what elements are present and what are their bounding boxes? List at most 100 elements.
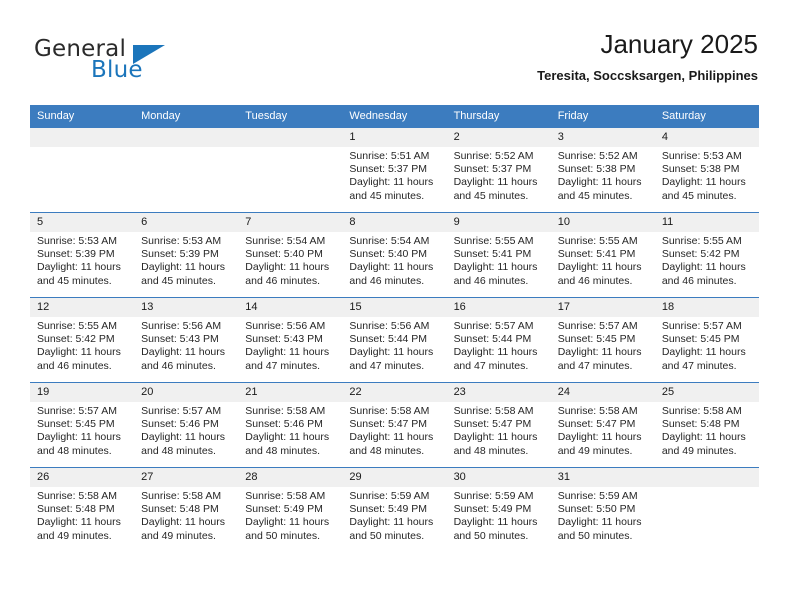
day-number: 20 [134,383,239,402]
day-cell-inner: 22 Sunrise: 5:58 AM Sunset: 5:47 PM Dayligh… [342,383,447,467]
sunset-time: Sunset: 5:47 PM [453,418,532,431]
day-cell-inner: 1 Sunrise: 5:51 AM Sunset: 5:37 PM Daylight… [342,128,447,212]
calendar-cell-empty [134,127,239,213]
day-number: 19 [30,383,135,402]
calendar-cell-empty [654,467,759,552]
sunset-time: Sunset: 5:45 PM [661,333,740,346]
day-cell-inner: 7 Sunrise: 5:54 AM Sunset: 5:40 PM Daylight… [238,213,343,297]
calendar-day-cell[interactable]: 31 Sunrise: 5:59 AM Sunset: 5:50 PM Dayligh… [550,467,655,552]
daylight-duration-line1: Daylight: 11 hours [245,431,330,444]
daylight-duration-line1: Daylight: 11 hours [557,516,642,529]
day-cell-inner: 19 Sunrise: 5:57 AM Sunset: 5:45 PM Dayligh… [30,383,135,467]
calendar-day-cell[interactable]: 16 Sunrise: 5:57 AM Sunset: 5:44 PM Dayligh… [446,297,551,383]
sunset-time: Sunset: 5:46 PM [141,418,219,431]
sunset-time: Sunset: 5:42 PM [37,333,115,346]
daylight-duration-line2: and 47 minutes. [661,359,737,372]
calendar-day-cell[interactable]: 17 Sunrise: 5:57 AM Sunset: 5:45 PM Dayligh… [550,297,655,383]
sunrise-time: Sunrise: 5:59 AM [557,490,638,502]
day-number: 13 [134,298,239,317]
calendar-day-cell[interactable]: 13 Sunrise: 5:56 AM Sunset: 5:43 PM Dayligh… [134,297,239,383]
calendar-day-cell[interactable]: 10 Sunrise: 5:55 AM Sunset: 5:41 PM Dayligh… [550,212,655,298]
daylight-duration-line2: and 50 minutes. [557,529,633,542]
sun-info: Sunrise: 5:53 AM Sunset: 5:39 PM Daylight:… [30,232,134,288]
sunset-time: Sunset: 5:39 PM [37,248,115,261]
day-number: 27 [134,468,239,487]
calendar-day-cell[interactable]: 9 Sunrise: 5:55 AM Sunset: 5:41 PM Daylight… [446,212,551,298]
calendar-day-cell[interactable]: 22 Sunrise: 5:58 AM Sunset: 5:47 PM Dayligh… [342,382,447,468]
sun-info: Sunrise: 5:52 AM Sunset: 5:38 PM Daylight:… [551,147,655,203]
calendar-day-cell[interactable]: 18 Sunrise: 5:57 AM Sunset: 5:45 PM Dayligh… [654,297,759,383]
daylight-duration-line1: Daylight: 11 hours [141,261,225,274]
day-number: 18 [654,298,759,317]
sun-info: Sunrise: 5:55 AM Sunset: 5:41 PM Daylight:… [447,232,551,288]
calendar-cell-empty [30,127,135,213]
day-cell-inner: 2 Sunrise: 5:52 AM Sunset: 5:37 PM Daylight… [446,128,551,212]
day-cell-inner: 6 Sunrise: 5:53 AM Sunset: 5:39 PM Daylight… [134,213,239,297]
day-number: 26 [30,468,135,487]
day-number [238,128,343,147]
daylight-duration-line1: Daylight: 11 hours [245,261,330,274]
sunrise-time: Sunrise: 5:56 AM [141,320,222,332]
sun-info: Sunrise: 5:57 AM Sunset: 5:45 PM Daylight:… [655,317,759,373]
sunset-time: Sunset: 5:43 PM [245,333,323,346]
weekday-header-sunday: Sunday [30,105,135,128]
calendar-day-cell[interactable]: 19 Sunrise: 5:57 AM Sunset: 5:45 PM Dayligh… [30,382,135,468]
calendar-day-cell[interactable]: 14 Sunrise: 5:56 AM Sunset: 5:43 PM Dayligh… [238,297,343,383]
calendar-day-cell[interactable]: 12 Sunrise: 5:55 AM Sunset: 5:42 PM Dayligh… [30,297,135,383]
calendar-day-cell[interactable]: 26 Sunrise: 5:58 AM Sunset: 5:48 PM Dayligh… [30,467,135,552]
page-header: General Blue January 2025 Teresita, Socc… [34,28,758,98]
day-number: 9 [446,213,551,232]
calendar-day-cell[interactable]: 11 Sunrise: 5:55 AM Sunset: 5:42 PM Dayligh… [654,212,759,298]
calendar-day-cell[interactable]: 15 Sunrise: 5:56 AM Sunset: 5:44 PM Dayligh… [342,297,447,383]
daylight-duration-line1: Daylight: 11 hours [453,176,538,189]
day-cell-inner: 23 Sunrise: 5:58 AM Sunset: 5:47 PM Dayligh… [446,383,551,467]
calendar-day-cell[interactable]: 8 Sunrise: 5:54 AM Sunset: 5:40 PM Daylight… [342,212,447,298]
day-number: 22 [342,383,447,402]
sunset-time: Sunset: 5:38 PM [557,163,636,176]
calendar-day-cell[interactable]: 7 Sunrise: 5:54 AM Sunset: 5:40 PM Daylight… [238,212,343,298]
sunrise-time: Sunrise: 5:51 AM [349,150,430,162]
sunrise-time: Sunrise: 5:55 AM [557,235,638,247]
sunset-time: Sunset: 5:37 PM [453,163,532,176]
daylight-duration-line2: and 48 minutes. [453,444,529,457]
weekday-header-saturday: Saturday [654,105,759,128]
sunset-time: Sunset: 5:49 PM [453,503,532,516]
daylight-duration-line1: Daylight: 11 hours [37,261,121,274]
day-number: 16 [446,298,551,317]
day-number: 1 [342,128,447,147]
calendar-day-cell[interactable]: 29 Sunrise: 5:59 AM Sunset: 5:49 PM Dayligh… [342,467,447,552]
calendar-week-row: 1 Sunrise: 5:51 AM Sunset: 5:37 PM Daylight… [30,127,759,213]
sunrise-time: Sunrise: 5:55 AM [453,235,534,247]
sunrise-time: Sunrise: 5:52 AM [557,150,638,162]
calendar-day-cell[interactable]: 25 Sunrise: 5:58 AM Sunset: 5:48 PM Dayligh… [654,382,759,468]
calendar-day-cell[interactable]: 4 Sunrise: 5:53 AM Sunset: 5:38 PM Daylight… [654,127,759,213]
daylight-duration-line2: and 50 minutes. [245,529,320,542]
calendar-day-cell[interactable]: 5 Sunrise: 5:53 AM Sunset: 5:39 PM Daylight… [30,212,135,298]
daylight-duration-line2: and 46 minutes. [349,274,425,287]
calendar-day-cell[interactable]: 6 Sunrise: 5:53 AM Sunset: 5:39 PM Daylight… [134,212,239,298]
day-cell-inner: 18 Sunrise: 5:57 AM Sunset: 5:45 PM Dayligh… [654,298,759,382]
daylight-duration-line1: Daylight: 11 hours [661,346,746,359]
day-cell-inner: 26 Sunrise: 5:58 AM Sunset: 5:48 PM Dayligh… [30,468,135,552]
daylight-duration-line1: Daylight: 11 hours [37,346,121,359]
daylight-duration-line2: and 47 minutes. [349,359,425,372]
calendar-day-cell[interactable]: 2 Sunrise: 5:52 AM Sunset: 5:37 PM Daylight… [446,127,551,213]
sunset-time: Sunset: 5:43 PM [141,333,219,346]
calendar-day-cell[interactable]: 30 Sunrise: 5:59 AM Sunset: 5:49 PM Dayligh… [446,467,551,552]
sunset-time: Sunset: 5:48 PM [141,503,219,516]
calendar-day-cell[interactable]: 23 Sunrise: 5:58 AM Sunset: 5:47 PM Dayligh… [446,382,551,468]
sunset-time: Sunset: 5:47 PM [349,418,428,431]
calendar-day-cell[interactable]: 20 Sunrise: 5:57 AM Sunset: 5:46 PM Dayligh… [134,382,239,468]
calendar-day-cell[interactable]: 24 Sunrise: 5:58 AM Sunset: 5:47 PM Dayligh… [550,382,655,468]
sun-info: Sunrise: 5:58 AM Sunset: 5:48 PM Daylight:… [134,487,238,543]
calendar-day-cell[interactable]: 27 Sunrise: 5:58 AM Sunset: 5:48 PM Dayligh… [134,467,239,552]
general-blue-logo[interactable]: General Blue [34,36,234,90]
calendar-day-cell[interactable]: 28 Sunrise: 5:58 AM Sunset: 5:49 PM Dayligh… [238,467,343,552]
day-number [30,128,135,147]
calendar-day-cell[interactable]: 3 Sunrise: 5:52 AM Sunset: 5:38 PM Daylight… [550,127,655,213]
calendar-day-cell[interactable]: 1 Sunrise: 5:51 AM Sunset: 5:37 PM Daylight… [342,127,447,213]
daylight-duration-line2: and 48 minutes. [245,444,320,457]
sunset-time: Sunset: 5:38 PM [661,163,740,176]
calendar-day-cell[interactable]: 21 Sunrise: 5:58 AM Sunset: 5:46 PM Dayligh… [238,382,343,468]
calendar-body: 1 Sunrise: 5:51 AM Sunset: 5:37 PM Daylight… [30,127,759,552]
